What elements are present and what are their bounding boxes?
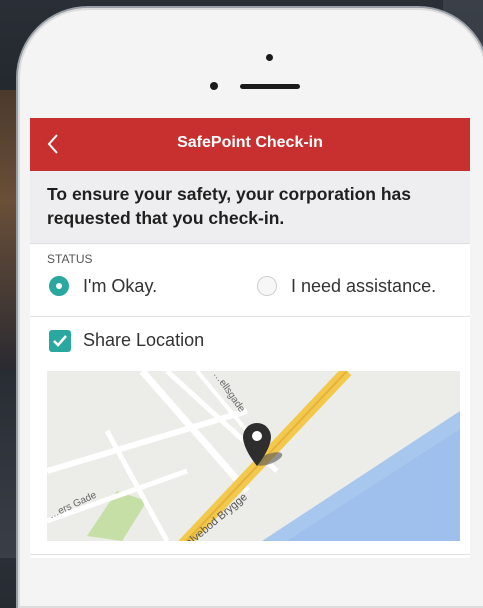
share-location-label[interactable]: Share Location bbox=[83, 330, 204, 351]
divider bbox=[30, 554, 470, 555]
app-screen: SafePoint Check-in To ensure your safety… bbox=[30, 118, 470, 558]
location-map[interactable]: Kalvebod Brygge …ellsgade …ers Gade bbox=[47, 371, 460, 541]
checkin-notice: To ensure your safety, your corporation … bbox=[30, 171, 470, 244]
location-pin-dot bbox=[252, 431, 262, 441]
checkmark-icon bbox=[53, 335, 67, 347]
status-label: STATUS bbox=[47, 252, 93, 266]
page-title: SafePoint Check-in bbox=[177, 134, 323, 151]
radio-okay-label[interactable]: I'm Okay. bbox=[83, 276, 157, 297]
share-location-checkbox[interactable] bbox=[49, 330, 71, 352]
radio-need-assistance[interactable] bbox=[257, 276, 277, 296]
notice-text: To ensure your safety, your corporation … bbox=[47, 184, 412, 228]
radio-need-assistance-label[interactable]: I need assistance. bbox=[291, 276, 436, 297]
radio-okay[interactable] bbox=[49, 276, 69, 296]
app-header: SafePoint Check-in bbox=[30, 118, 470, 171]
divider bbox=[30, 316, 470, 317]
sensor-icon bbox=[210, 82, 218, 90]
speaker-icon bbox=[240, 84, 300, 89]
map-canvas: Kalvebod Brygge …ellsgade …ers Gade bbox=[47, 371, 460, 541]
camera-icon bbox=[266, 54, 273, 61]
